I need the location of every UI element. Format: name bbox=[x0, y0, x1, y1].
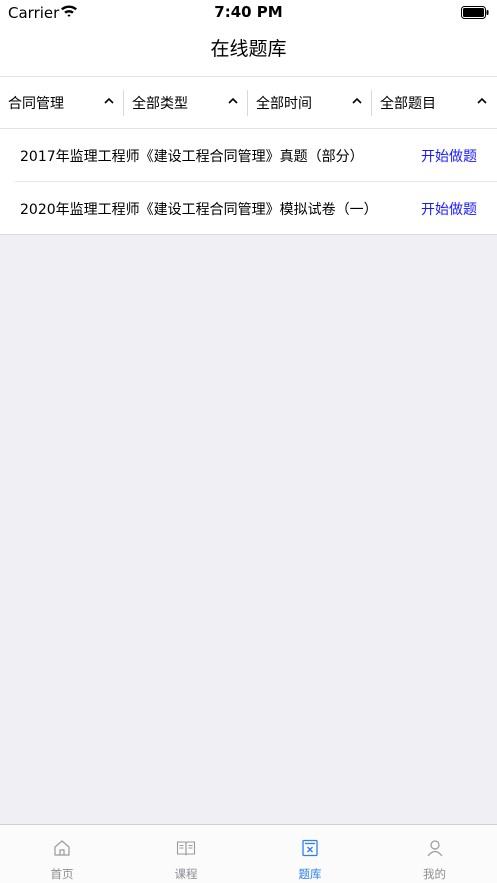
filter-questions[interactable]: 全部题目 bbox=[372, 77, 497, 128]
exam-row[interactable]: 2020年监理工程师《建设工程合同管理》模拟试卷（一） 开始做题 bbox=[0, 182, 497, 235]
filter-type[interactable]: 全部类型 bbox=[124, 77, 248, 128]
filter-category[interactable]: 合同管理 bbox=[0, 77, 124, 128]
start-exam-button[interactable]: 开始做题 bbox=[421, 199, 477, 219]
filter-label: 全部时间 bbox=[256, 96, 312, 112]
start-exam-button[interactable]: 开始做题 bbox=[421, 146, 477, 166]
tab-label: 题库 bbox=[298, 867, 322, 881]
status-time: 7:40 PM bbox=[214, 3, 283, 21]
battery-icon bbox=[461, 6, 489, 19]
filter-bar: 合同管理 全部类型 全部时间 全部题目 bbox=[0, 76, 497, 129]
navigation-bar: 在线题库 bbox=[0, 26, 497, 76]
page-title: 在线题库 bbox=[210, 38, 287, 60]
chevron-up-icon bbox=[104, 97, 114, 104]
chevron-up-icon bbox=[228, 97, 238, 104]
tab-profile[interactable]: 我的 bbox=[372, 825, 497, 883]
filter-time[interactable]: 全部时间 bbox=[248, 77, 372, 128]
filter-label: 全部类型 bbox=[132, 96, 188, 112]
exam-title: 2020年监理工程师《建设工程合同管理》模拟试卷（一） bbox=[20, 202, 378, 218]
exam-title: 2017年监理工程师《建设工程合同管理》真题（部分） bbox=[20, 149, 364, 165]
status-bar: Carrier 7:40 PM bbox=[0, 0, 497, 26]
filter-label: 合同管理 bbox=[8, 96, 64, 112]
exam-row[interactable]: 2017年监理工程师《建设工程合同管理》真题（部分） 开始做题 bbox=[0, 129, 497, 182]
tab-home[interactable]: 首页 bbox=[0, 825, 124, 883]
chevron-up-icon bbox=[352, 97, 362, 104]
tab-label: 首页 bbox=[50, 867, 74, 881]
exam-icon bbox=[302, 839, 318, 857]
home-icon bbox=[54, 840, 70, 856]
chevron-up-icon bbox=[477, 97, 487, 104]
exam-list: 2017年监理工程师《建设工程合同管理》真题（部分） 开始做题 2020年监理工… bbox=[0, 129, 497, 235]
filter-label: 全部题目 bbox=[380, 96, 436, 112]
tab-bar: 首页 课程 题库 我的 bbox=[0, 824, 497, 883]
tab-course[interactable]: 课程 bbox=[124, 825, 248, 883]
book-icon bbox=[176, 841, 196, 856]
user-icon bbox=[427, 840, 442, 857]
tab-label: 我的 bbox=[423, 867, 446, 881]
tab-label: 课程 bbox=[174, 867, 198, 881]
tab-question-bank[interactable]: 题库 bbox=[248, 825, 372, 883]
